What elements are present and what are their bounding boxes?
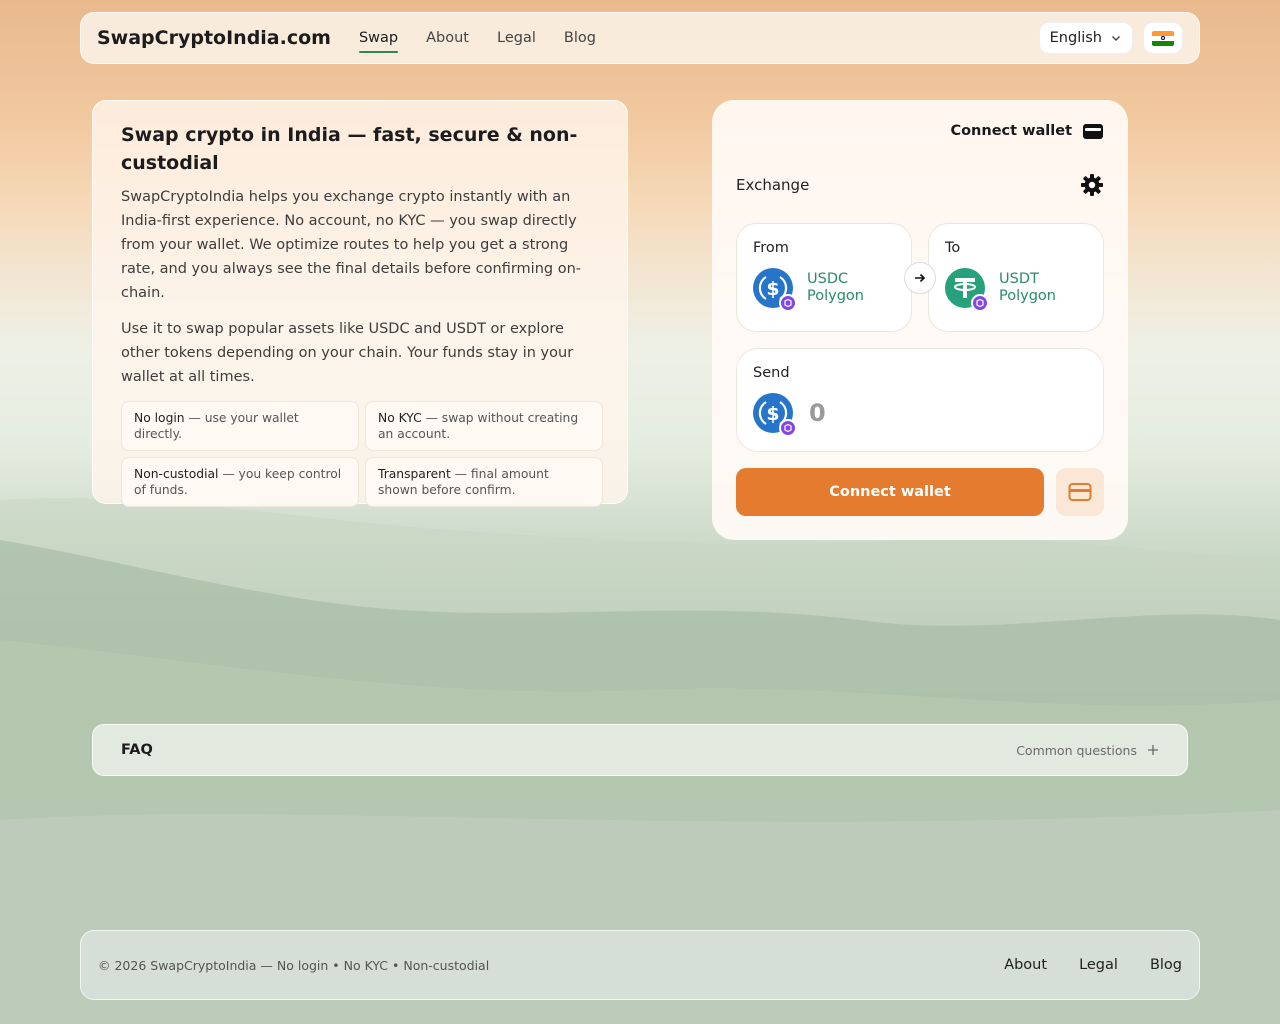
top-navbar: SwapCryptoIndia.com Swap About Legal Blo… [80, 12, 1200, 64]
faq-subtitle: Common questions [1016, 742, 1137, 758]
language-value: English [1049, 30, 1102, 46]
feature-grid: No login — use your wallet directly. No … [121, 401, 603, 507]
brand-logo[interactable]: SwapCryptoIndia.com [97, 27, 331, 49]
arrow-right-icon [915, 273, 926, 283]
feature-transparent: Transparent — final amount shown before … [365, 457, 603, 507]
intro-paragraph-2: Use it to swap popular assets like USDC … [121, 321, 574, 385]
footer-nav: About Legal Blog [1004, 957, 1182, 973]
feature-no-kyc: No KYC — swap without creating an accoun… [365, 401, 603, 451]
footer-link-about[interactable]: About [1004, 957, 1047, 973]
footer-copyright: © 2026 SwapCryptoIndia — No login • No K… [98, 957, 490, 973]
usdc-icon: $ [753, 393, 797, 437]
nav-blog[interactable]: Blog [564, 26, 596, 50]
nav-swap[interactable]: Swap [358, 26, 399, 53]
wallet-icon [1068, 483, 1092, 501]
footer-link-blog[interactable]: Blog [1150, 957, 1182, 973]
send-amount-input[interactable] [809, 399, 1089, 427]
nav-legal[interactable]: Legal [497, 26, 536, 50]
connect-wallet-link[interactable]: Connect wallet [950, 122, 1104, 140]
india-flag-icon [1152, 30, 1174, 46]
main-nav: Swap About Legal Blog [358, 26, 596, 53]
to-token-chain: Polygon [999, 288, 1056, 304]
feature-no-login: No login — use your wallet directly. [121, 401, 359, 451]
intro-title: Swap crypto in India — fast, secure & no… [121, 124, 578, 174]
from-token-symbol: USDC [807, 271, 849, 287]
from-token-chain: Polygon [807, 288, 864, 304]
country-flag-button[interactable] [1143, 22, 1183, 54]
nav-about[interactable]: About [426, 26, 469, 50]
faq-section[interactable]: FAQ Common questions [92, 724, 1188, 776]
wallet-button[interactable] [1056, 468, 1104, 516]
exchange-header: Exchange [736, 173, 1104, 197]
polygon-chain-icon [971, 294, 989, 312]
svg-text:$: $ [766, 403, 779, 425]
swap-direction-button[interactable] [904, 262, 936, 294]
to-label: To [945, 240, 961, 256]
connect-wallet-top-label: Connect wallet [950, 123, 1072, 139]
faq-title: FAQ [121, 742, 153, 758]
footer-link-legal[interactable]: Legal [1079, 957, 1118, 973]
to-token-selector[interactable]: To USDT Polygon [928, 223, 1104, 332]
to-token-symbol: USDT [999, 271, 1039, 287]
intro-paragraph-1: SwapCryptoIndia helps you exchange crypt… [121, 189, 581, 301]
swap-widget: Connect wallet Exchange From $ USDC Poly… [712, 100, 1128, 540]
polygon-chain-icon [779, 419, 797, 437]
send-label: Send [753, 365, 790, 381]
gear-icon[interactable] [1080, 173, 1104, 197]
connect-wallet-button[interactable]: Connect wallet [736, 468, 1044, 516]
send-amount-box: Send $ [736, 348, 1104, 452]
exchange-label: Exchange [736, 176, 810, 194]
usdt-icon [945, 268, 989, 312]
chevron-down-icon [1112, 36, 1120, 41]
feature-non-custodial: Non-custodial — you keep control of fund… [121, 457, 359, 507]
token-pair-row: From $ USDC Polygon To USDT Polygon [736, 223, 1104, 332]
header-controls: English [1038, 22, 1183, 54]
plus-icon [1148, 745, 1158, 755]
language-select[interactable]: English [1038, 22, 1133, 54]
from-token-selector[interactable]: From $ USDC Polygon [736, 223, 912, 332]
svg-text:$: $ [766, 278, 779, 300]
polygon-chain-icon [779, 294, 797, 312]
from-label: From [753, 240, 789, 256]
intro-card: Swap crypto in India — fast, secure & no… [92, 100, 628, 507]
wallet-icon [1083, 124, 1103, 139]
page-footer: © 2026 SwapCryptoIndia — No login • No K… [80, 930, 1200, 1000]
usdc-icon: $ [753, 268, 797, 312]
